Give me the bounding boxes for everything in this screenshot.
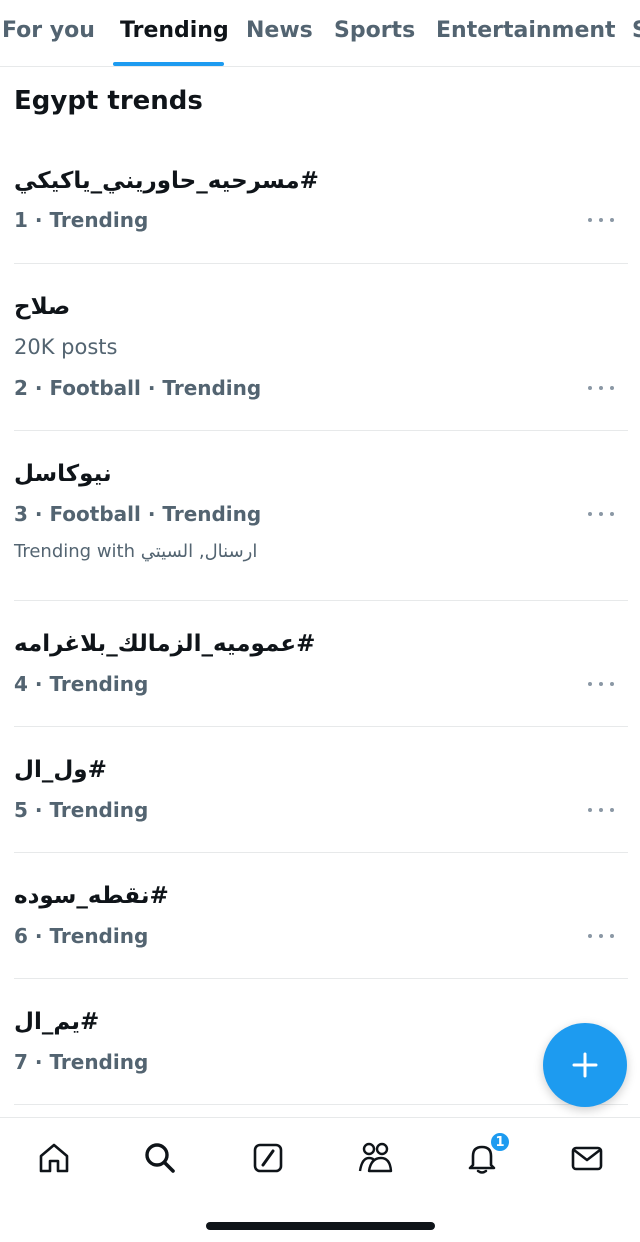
more-horizontal-icon[interactable] xyxy=(588,215,614,225)
trend-meta: 1 · Trending xyxy=(14,208,149,232)
explore-tabs: For you Trending News Sports Entertainme… xyxy=(0,0,640,67)
tab-sports[interactable]: Sports xyxy=(334,18,415,43)
divider xyxy=(14,600,628,601)
trend-post-count: 20K posts xyxy=(14,335,118,359)
more-horizontal-icon[interactable] xyxy=(588,931,614,941)
trend-name: #مسرحيه_حاوريني_ياكيكي xyxy=(14,168,319,194)
trending-with-terms[interactable]: ارسنال, السيتي xyxy=(141,541,258,562)
trend-meta: 6 · Trending xyxy=(14,924,149,948)
trend-name: صلاح xyxy=(14,294,71,320)
more-horizontal-icon[interactable] xyxy=(588,805,614,815)
trend-meta: 5 · Trending xyxy=(14,798,149,822)
grok-slash-icon xyxy=(253,1143,283,1173)
trending-with: Trending with ارسنال, السيتي xyxy=(14,541,257,562)
notification-badge: 1 xyxy=(489,1131,511,1153)
trend-name: #نقطه_سوده xyxy=(14,883,169,909)
nav-grok[interactable] xyxy=(250,1140,286,1176)
communities-icon xyxy=(358,1142,393,1173)
more-horizontal-icon[interactable] xyxy=(588,383,614,393)
trend-meta: 4 · Trending xyxy=(14,672,149,696)
divider xyxy=(14,430,628,431)
mail-icon xyxy=(571,1146,603,1171)
nav-search[interactable] xyxy=(142,1140,178,1176)
nav-messages[interactable] xyxy=(569,1140,605,1176)
trend-meta: 3 · Football · Trending xyxy=(14,502,262,526)
tab-next[interactable]: S xyxy=(632,18,640,43)
tab-for-you[interactable]: For you xyxy=(2,18,95,43)
divider xyxy=(14,726,628,727)
tab-news[interactable]: News xyxy=(246,18,313,43)
section-title: Egypt trends xyxy=(14,86,203,116)
trend-name: نيوكاسل xyxy=(14,461,112,487)
divider xyxy=(14,263,628,264)
nav-home[interactable] xyxy=(36,1140,72,1176)
trend-meta: 2 · Football · Trending xyxy=(14,376,262,400)
divider xyxy=(14,978,628,979)
nav-communities[interactable] xyxy=(357,1140,393,1176)
trend-name: #عموميه_الزمالك_بلاغرامه xyxy=(14,631,316,657)
tab-trending[interactable]: Trending xyxy=(120,18,229,43)
tab-entertainment[interactable]: Entertainment xyxy=(436,18,616,43)
home-icon xyxy=(39,1143,69,1173)
home-indicator[interactable] xyxy=(206,1222,435,1230)
more-horizontal-icon[interactable] xyxy=(588,679,614,689)
more-horizontal-icon[interactable] xyxy=(588,509,614,519)
trend-name: #يم_ال xyxy=(14,1009,100,1035)
compose-button[interactable] xyxy=(543,1023,627,1107)
trend-meta: 7 · Trending xyxy=(14,1050,149,1074)
divider xyxy=(14,1104,628,1105)
trend-name: #ول_ال xyxy=(14,757,107,783)
active-tab-indicator xyxy=(113,62,224,66)
divider xyxy=(14,852,628,853)
search-icon xyxy=(145,1143,175,1173)
plus-icon xyxy=(572,1052,598,1078)
trending-with-prefix: Trending with xyxy=(14,541,136,562)
